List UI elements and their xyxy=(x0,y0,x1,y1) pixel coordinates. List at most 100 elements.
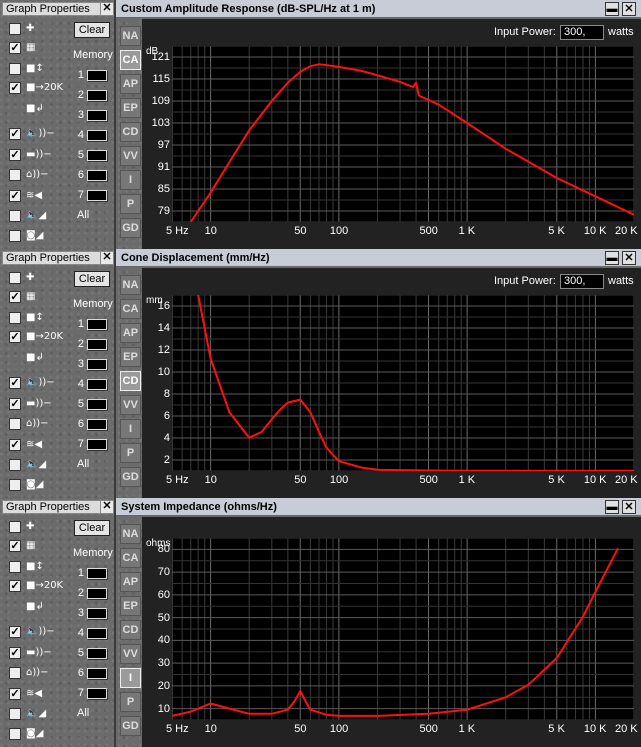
output-icon[interactable]: ■↲ xyxy=(26,599,56,614)
option-checkbox[interactable]: ✓ xyxy=(9,128,21,140)
tab-ep[interactable]: EP xyxy=(120,347,141,367)
memory-slot[interactable]: 6 xyxy=(76,417,116,433)
tab-p[interactable]: P xyxy=(120,194,141,214)
graph-option-output[interactable]: ■↲ xyxy=(9,101,69,117)
memory-slot-swatch[interactable] xyxy=(87,150,107,161)
vertical-scale-icon[interactable]: ■↕ xyxy=(26,61,56,76)
memory-slot-swatch[interactable] xyxy=(87,439,107,450)
graph-option-horizontal-scale-20k[interactable]: ✓ ■→20K xyxy=(9,329,69,345)
tab-ap[interactable]: AP xyxy=(120,572,141,592)
speaker-icon[interactable]: 🔈))− xyxy=(26,375,56,390)
tab-vv[interactable]: VV xyxy=(120,146,141,166)
clear-button[interactable]: Clear xyxy=(74,520,110,536)
option-checkbox[interactable] xyxy=(9,272,21,284)
minimize-button[interactable]: ▬ xyxy=(605,251,619,265)
graph-option-driver[interactable]: ✓ ▬))− xyxy=(9,396,69,412)
graph-option-meter[interactable]: ◙◢ xyxy=(9,726,69,742)
minimize-button[interactable]: ▬ xyxy=(605,500,619,514)
memory-slot-swatch[interactable] xyxy=(87,668,107,679)
tab-ep[interactable]: EP xyxy=(120,596,141,616)
driver-icon[interactable]: ▬))− xyxy=(26,396,56,411)
grid-icon[interactable]: ▦ xyxy=(26,289,56,304)
close-button[interactable]: ✕ xyxy=(622,2,636,16)
graph-option-speaker-display[interactable]: 🔈◢ xyxy=(9,208,69,224)
memory-slot-swatch[interactable] xyxy=(87,379,107,390)
driver-icon[interactable]: ▬))− xyxy=(26,645,56,660)
memory-slot-swatch[interactable] xyxy=(87,399,107,410)
option-checkbox[interactable]: ✓ xyxy=(9,580,21,592)
option-checkbox[interactable] xyxy=(9,521,21,533)
memory-slot-swatch[interactable] xyxy=(87,628,107,639)
tab-ca[interactable]: CA xyxy=(120,50,141,70)
memory-slot-swatch[interactable] xyxy=(87,648,107,659)
driver-icon[interactable]: ▬))− xyxy=(26,147,56,162)
option-checkbox[interactable]: ✓ xyxy=(9,398,21,410)
tab-gd[interactable]: GD xyxy=(120,218,141,238)
graph-option-driver[interactable]: ✓ ▬))− xyxy=(9,147,69,163)
meter-icon[interactable]: ◙◢ xyxy=(26,726,56,741)
memory-slot[interactable]: 4 xyxy=(76,128,116,144)
room-icon[interactable]: ⌂))− xyxy=(26,665,56,680)
memory-slot[interactable]: 5 xyxy=(76,397,116,413)
grid-icon[interactable]: ▦ xyxy=(26,40,56,55)
room-icon[interactable]: ⌂))− xyxy=(26,416,56,431)
graph-option-grid[interactable]: ✓ ▦ xyxy=(9,538,69,554)
clear-button[interactable]: Clear xyxy=(74,271,110,287)
array-icon[interactable]: ≋◀ xyxy=(26,188,56,203)
graph-option-horizontal-scale-20k[interactable]: ✓ ■→20K xyxy=(9,80,69,96)
memory-slot[interactable]: 4 xyxy=(76,377,116,393)
option-checkbox[interactable]: ✓ xyxy=(9,42,21,54)
close-button[interactable]: ✕ xyxy=(622,251,636,265)
meter-icon[interactable]: ◙◢ xyxy=(26,477,56,492)
memory-slot[interactable]: 7 xyxy=(76,437,116,453)
minimize-button[interactable]: ▬ xyxy=(605,2,619,16)
memory-slot[interactable]: 2 xyxy=(76,337,116,353)
memory-slot-swatch[interactable] xyxy=(87,90,107,101)
graph-option-room[interactable]: ⌂))− xyxy=(9,167,69,183)
memory-slot-swatch[interactable] xyxy=(87,608,107,619)
tab-i[interactable]: I xyxy=(120,419,141,439)
graph-option-speaker[interactable]: ✓ 🔈))− xyxy=(9,375,69,391)
graph-option-horizontal-scale-20k[interactable]: ✓ ■→20K xyxy=(9,578,69,594)
memory-slot[interactable]: 1 xyxy=(76,68,116,84)
memory-slot-swatch[interactable] xyxy=(87,130,107,141)
option-checkbox[interactable] xyxy=(9,312,21,324)
option-checkbox[interactable]: ✓ xyxy=(9,439,21,451)
speaker-display-icon[interactable]: 🔈◢ xyxy=(26,208,56,223)
crosshair-icon[interactable]: ✚ xyxy=(26,519,56,534)
array-icon[interactable]: ≋◀ xyxy=(26,686,56,701)
tab-gd[interactable]: GD xyxy=(120,716,141,736)
graph-option-speaker-display[interactable]: 🔈◢ xyxy=(9,706,69,722)
memory-slot[interactable]: 6 xyxy=(76,666,116,682)
memory-slot[interactable]: 3 xyxy=(76,606,116,622)
graph-properties-close-button[interactable]: ✕ xyxy=(100,3,113,15)
tab-ap[interactable]: AP xyxy=(120,74,141,94)
output-icon[interactable]: ■↲ xyxy=(26,350,56,365)
tab-ep[interactable]: EP xyxy=(120,98,141,118)
memory-slot-swatch[interactable] xyxy=(87,339,107,350)
tab-i[interactable]: I xyxy=(120,668,141,688)
speaker-icon[interactable]: 🔈))− xyxy=(26,126,56,141)
room-icon[interactable]: ⌂))− xyxy=(26,167,56,182)
option-checkbox[interactable]: ✓ xyxy=(9,540,21,552)
horizontal-scale-20k-icon[interactable]: ■→20K xyxy=(26,578,63,593)
memory-all-label[interactable]: All xyxy=(77,458,89,470)
option-checkbox[interactable] xyxy=(9,459,21,471)
tab-ap[interactable]: AP xyxy=(120,323,141,343)
tab-na[interactable]: NA xyxy=(120,26,141,46)
memory-slot[interactable]: 7 xyxy=(76,686,116,702)
memory-slot[interactable]: 7 xyxy=(76,188,116,204)
memory-slot[interactable]: 1 xyxy=(76,317,116,333)
memory-slot[interactable]: 3 xyxy=(76,108,116,124)
option-checkbox[interactable] xyxy=(9,63,21,75)
plot-area[interactable] xyxy=(172,46,634,222)
clear-button[interactable]: Clear xyxy=(74,22,110,38)
option-checkbox[interactable] xyxy=(9,210,21,222)
memory-slot[interactable]: 2 xyxy=(76,88,116,104)
speaker-display-icon[interactable]: 🔈◢ xyxy=(26,706,56,721)
graph-option-room[interactable]: ⌂))− xyxy=(9,665,69,681)
graph-option-crosshair[interactable]: ✚ xyxy=(9,519,69,535)
grid-icon[interactable]: ▦ xyxy=(26,538,56,553)
memory-slot-swatch[interactable] xyxy=(87,190,107,201)
graph-option-vertical-scale[interactable]: ■↕ xyxy=(9,61,69,77)
